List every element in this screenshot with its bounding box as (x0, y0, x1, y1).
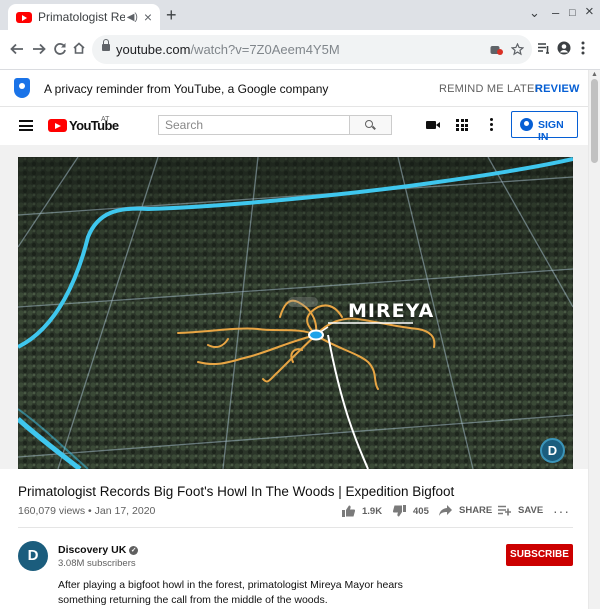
address-bar[interactable]: youtube.com/watch?v=7Z0Aeem4Y5M (92, 35, 532, 64)
video-description: After playing a bigfoot howl in the fore… (58, 579, 403, 606)
create-video-icon[interactable] (426, 121, 440, 129)
search-button[interactable] (350, 115, 392, 135)
profile-icon[interactable] (557, 41, 571, 55)
sign-in-button[interactable]: SIGN IN (511, 111, 578, 143)
home-icon[interactable] (72, 41, 86, 55)
share-label: SHARE (459, 505, 493, 516)
maximize-button[interactable]: □ (569, 7, 576, 19)
cookie-blocked-icon[interactable] (490, 44, 503, 56)
video-meta: 160,079 views • Jan 17, 2020 (18, 505, 156, 517)
subscriber-count: 3.08M subscribers (58, 558, 136, 569)
search-icon (365, 120, 373, 128)
remind-later-button[interactable]: REMIND ME LATER (439, 83, 543, 95)
privacy-text: A privacy reminder from YouTube, a Googl… (44, 82, 329, 96)
country-code: AT (101, 116, 110, 123)
close-window-button[interactable]: × (585, 3, 594, 20)
discovery-watermark-icon[interactable]: D (540, 438, 565, 463)
audio-playing-icon[interactable]: ◀) (127, 12, 138, 23)
back-icon[interactable] (10, 42, 24, 56)
scrollbar-thumb[interactable] (591, 79, 598, 163)
bookmark-star-icon[interactable] (511, 43, 524, 56)
search-input[interactable] (158, 115, 350, 135)
apps-grid-icon[interactable] (456, 119, 468, 131)
video-title: Primatologist Records Big Foot's Howl In… (18, 484, 455, 499)
lock-icon[interactable] (102, 39, 110, 51)
minimize-button[interactable]: – (552, 5, 559, 20)
youtube-favicon-icon (16, 11, 32, 23)
video-overlay-label: MIREYA (348, 300, 435, 322)
thumbs-up-icon (342, 505, 355, 517)
browser-menu-icon[interactable] (581, 41, 585, 55)
youtube-logo-icon[interactable] (48, 119, 67, 132)
dislike-button[interactable]: 405 (393, 505, 429, 517)
share-button[interactable]: SHARE (439, 505, 492, 516)
tab-title: Primatologist Records Big Foot's Howl In… (38, 10, 125, 24)
browser-tab[interactable]: Primatologist Records Big Foot's Howl In… (8, 4, 160, 30)
like-button[interactable]: 1.9K (342, 505, 382, 517)
video-player[interactable]: MIREYA D (18, 157, 573, 469)
url-text: youtube.com/watch?v=7Z0Aeem4Y5M (116, 42, 340, 57)
scroll-up-arrow-icon[interactable]: ▲ (591, 71, 598, 78)
more-actions-icon[interactable]: ··· (553, 503, 570, 519)
review-button[interactable]: REVIEW (535, 83, 580, 95)
sign-in-label: SIGN IN (538, 119, 564, 143)
add-to-playlist-icon (498, 505, 511, 516)
verified-check-icon: ✓ (129, 545, 139, 555)
video-frame (18, 157, 573, 469)
page-scrollbar[interactable]: ▲ (588, 70, 600, 609)
tab-close-icon[interactable]: × (144, 9, 152, 25)
divider (18, 527, 573, 528)
subscribe-button[interactable]: SUBSCRIBE (506, 544, 573, 566)
share-icon (439, 505, 452, 516)
reload-icon[interactable] (53, 42, 67, 56)
dislike-count: 405 (413, 505, 429, 517)
tab-strip: Primatologist Records Big Foot's Howl In… (0, 0, 600, 30)
channel-name[interactable]: Discovery UK ✓ (58, 544, 139, 556)
account-icon (520, 118, 533, 131)
save-label: SAVE (518, 505, 544, 516)
youtube-header: YouTube AT SIGN IN (0, 107, 588, 145)
like-count: 1.9K (362, 505, 383, 517)
youtube-logo-text[interactable]: YouTube (69, 118, 119, 133)
channel-avatar[interactable]: D (18, 541, 48, 571)
settings-kebab-icon[interactable] (490, 118, 493, 133)
shield-icon (14, 78, 30, 98)
browser-toolbar: youtube.com/watch?v=7Z0Aeem4Y5M (0, 30, 600, 70)
privacy-banner: A privacy reminder from YouTube, a Googl… (0, 70, 588, 107)
thumbs-down-icon (393, 505, 406, 517)
media-controls-icon[interactable] (537, 42, 550, 55)
new-tab-button[interactable]: + (166, 5, 177, 26)
tab-search-icon[interactable]: ⌄ (529, 5, 540, 21)
save-button[interactable]: SAVE (498, 505, 543, 516)
forward-icon[interactable] (32, 42, 46, 56)
menu-hamburger-icon[interactable] (19, 120, 33, 131)
video-info-section: Primatologist Records Big Foot's Howl In… (0, 469, 588, 609)
